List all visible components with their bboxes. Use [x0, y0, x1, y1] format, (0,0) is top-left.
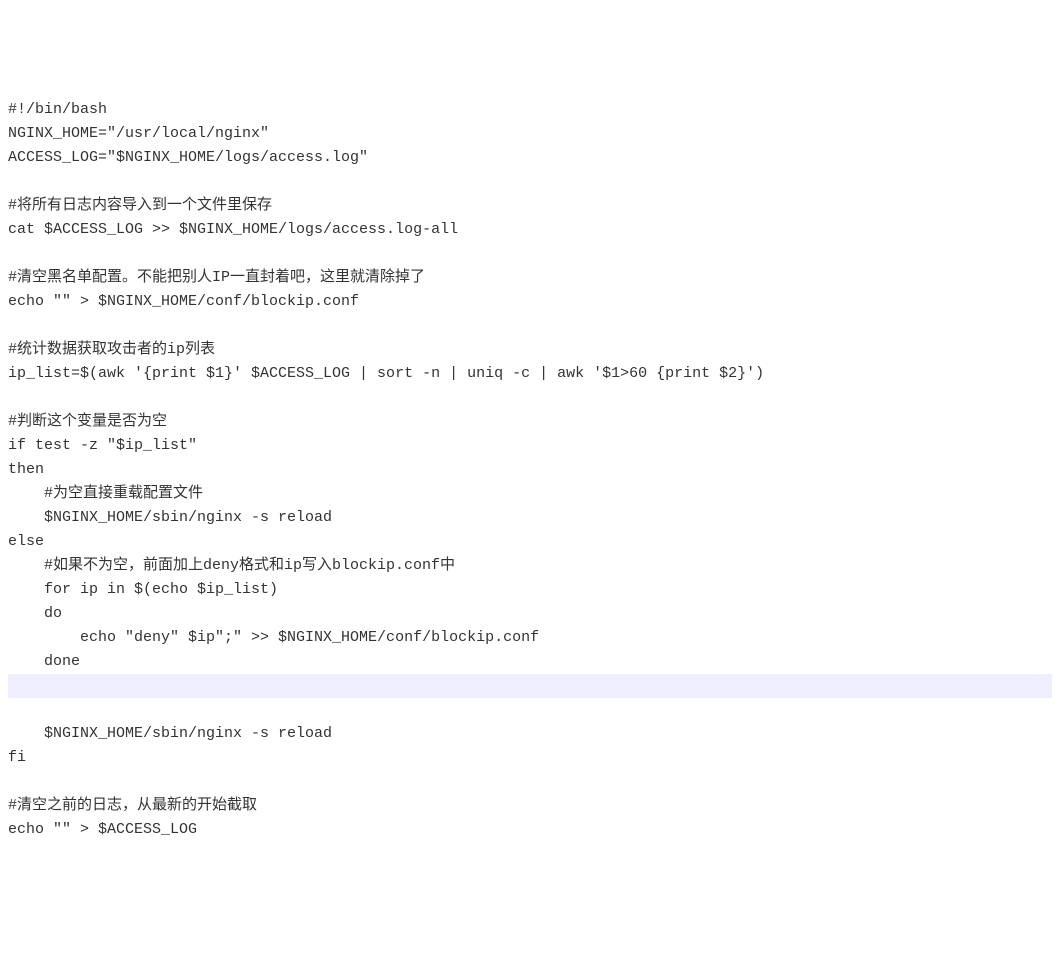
code-line: if test -z "$ip_list"	[8, 434, 1052, 458]
code-line: echo "" > $NGINX_HOME/conf/blockip.conf	[8, 290, 1052, 314]
code-line: #清空黑名单配置。不能把别人IP一直封着吧，这里就清除掉了	[8, 266, 1052, 290]
code-line: #统计数据获取攻击者的ip列表	[8, 338, 1052, 362]
code-line: ACCESS_LOG="$NGINX_HOME/logs/access.log"	[8, 146, 1052, 170]
code-line	[8, 314, 1052, 338]
code-line: $NGINX_HOME/sbin/nginx -s reload	[8, 722, 1052, 746]
code-line: then	[8, 458, 1052, 482]
code-line: #判断这个变量是否为空	[8, 410, 1052, 434]
code-block: #!/bin/bashNGINX_HOME="/usr/local/nginx"…	[8, 98, 1052, 842]
code-line: for ip in $(echo $ip_list)	[8, 578, 1052, 602]
code-line	[8, 770, 1052, 794]
code-line: #清空之前的日志，从最新的开始截取	[8, 794, 1052, 818]
code-line: else	[8, 530, 1052, 554]
code-line: echo "deny" $ip";" >> $NGINX_HOME/conf/b…	[8, 626, 1052, 650]
code-line: fi	[8, 746, 1052, 770]
code-line: cat $ACCESS_LOG >> $NGINX_HOME/logs/acce…	[8, 218, 1052, 242]
code-line: #如果不为空，前面加上deny格式和ip写入blockip.conf中	[8, 554, 1052, 578]
code-line	[8, 170, 1052, 194]
code-line	[8, 386, 1052, 410]
code-line: #!/bin/bash	[8, 98, 1052, 122]
code-line: do	[8, 602, 1052, 626]
code-line: ip_list=$(awk '{print $1}' $ACCESS_LOG |…	[8, 362, 1052, 386]
code-line: #为空直接重载配置文件	[8, 482, 1052, 506]
code-line: #将所有日志内容导入到一个文件里保存	[8, 194, 1052, 218]
code-line: NGINX_HOME="/usr/local/nginx"	[8, 122, 1052, 146]
code-line: done	[8, 650, 1052, 674]
code-line	[8, 698, 1052, 722]
code-line: echo "" > $ACCESS_LOG	[8, 818, 1052, 842]
code-line	[8, 242, 1052, 266]
code-line: $NGINX_HOME/sbin/nginx -s reload	[8, 506, 1052, 530]
code-line	[8, 674, 1052, 698]
